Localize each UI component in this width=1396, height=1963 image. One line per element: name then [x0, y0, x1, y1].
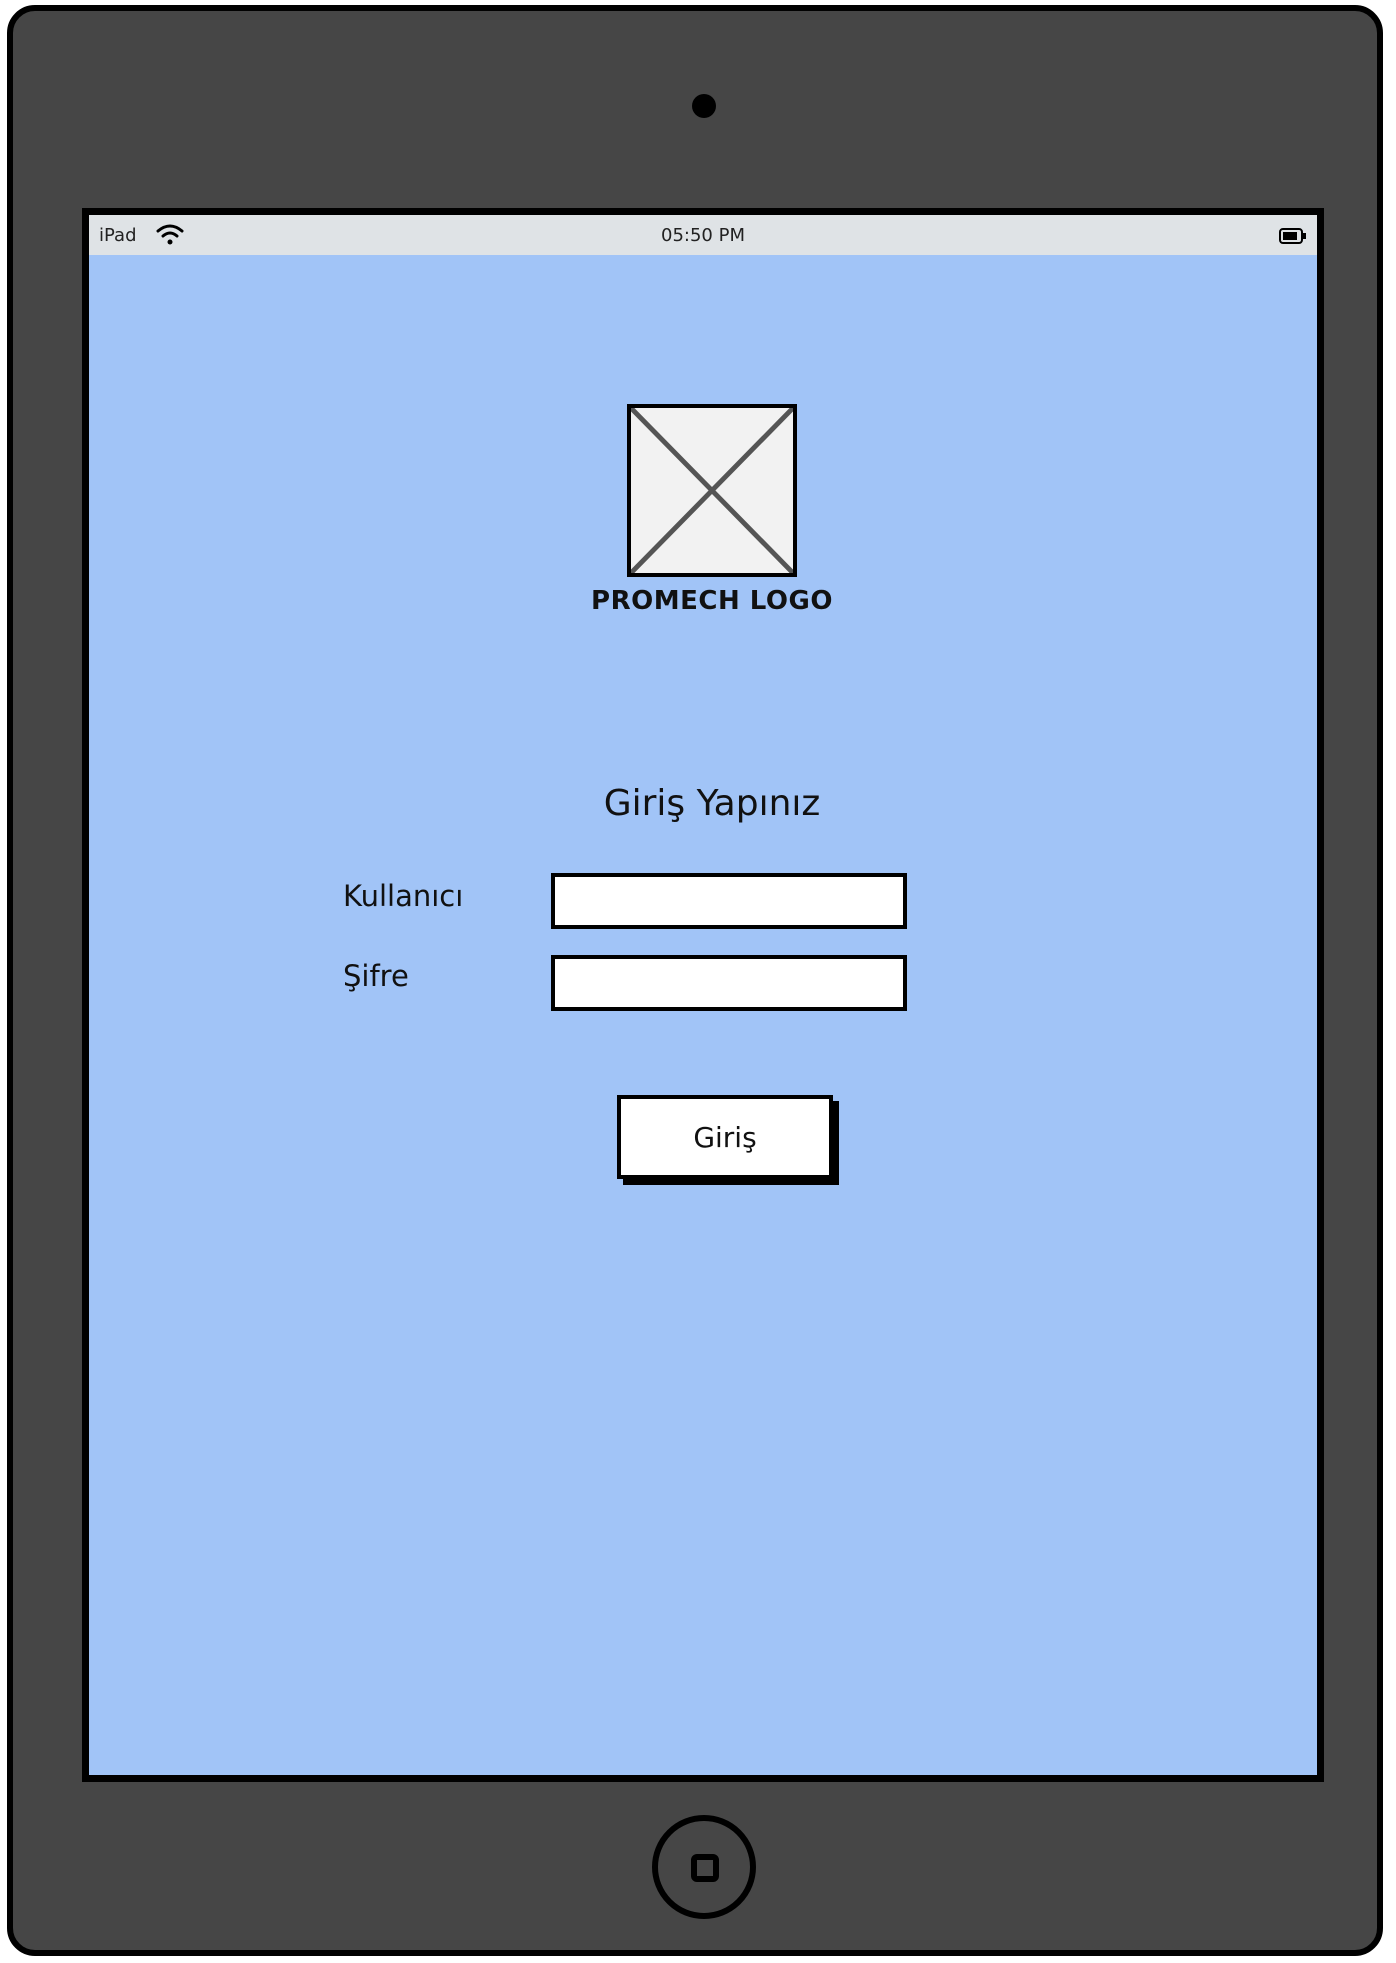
home-button-square [691, 1854, 719, 1882]
screen: iPad 05:50 PM PROMECH LOGO Giriş Yapınız… [82, 208, 1324, 1782]
login-button[interactable]: Giriş [617, 1095, 833, 1179]
ipad-frame: iPad 05:50 PM PROMECH LOGO Giriş Yapınız… [7, 5, 1383, 1956]
page-title: Giriş Yapınız [603, 783, 821, 824]
battery-icon [1279, 228, 1306, 244]
username-field[interactable] [551, 873, 907, 929]
username-label: Kullanıcı [343, 879, 464, 913]
camera-icon [692, 94, 716, 118]
status-bar: iPad 05:50 PM [89, 215, 1317, 255]
image-placeholder-icon [627, 404, 797, 577]
home-button-icon[interactable] [652, 1815, 756, 1919]
password-field[interactable] [551, 955, 907, 1011]
status-time: 05:50 PM [661, 225, 745, 246]
password-label: Şifre [343, 959, 409, 993]
logo-label: PROMECH LOGO [591, 586, 833, 616]
